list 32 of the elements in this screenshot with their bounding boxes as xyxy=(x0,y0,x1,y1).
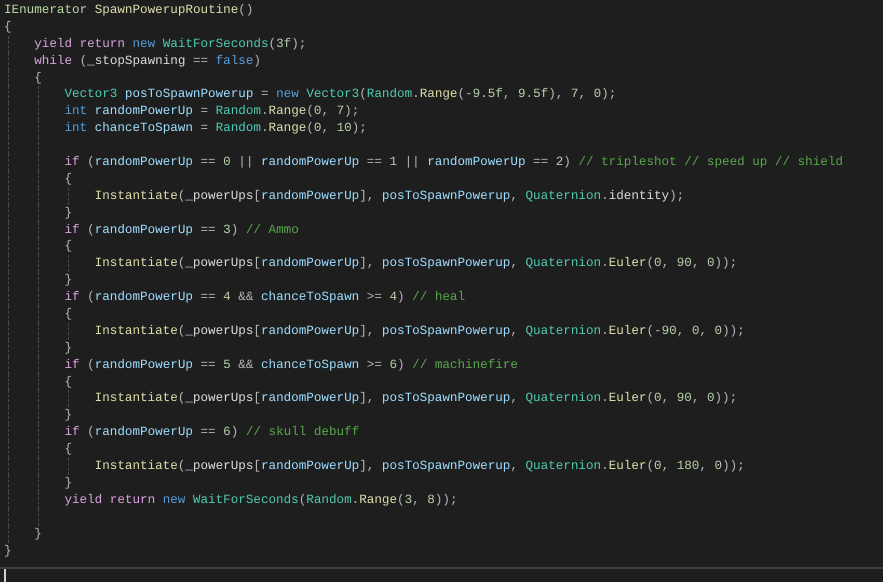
code-line: int randomPowerUp = Random.Range(0, 7); xyxy=(64,103,360,120)
code-line: { xyxy=(4,18,12,36)
code-line: { xyxy=(64,441,72,458)
code-line: if (randomPowerUp == 3) // Ammo xyxy=(64,222,299,238)
code-line: { xyxy=(64,238,72,256)
code-line: } xyxy=(64,272,72,290)
code-line: { xyxy=(64,306,72,323)
code-line: if (randomPowerUp == 6) // skull debuff xyxy=(64,424,360,442)
code-line: IEnumerator SpawnPowerupRoutine() xyxy=(4,2,254,19)
code-line: { xyxy=(34,70,42,86)
code-line: Instantiate(_powerUps[randomPowerUp], posToSpawnPowerup, Quaternion.Euler(0, 90, 0)); xyxy=(94,255,738,272)
code-line: Instantiate(_powerUps[randomPowerUp], posToSpawnPowerup, Quaternion.Euler(-90, 0, 0)); xyxy=(94,322,745,340)
code-line: } xyxy=(64,340,72,357)
code-line: { xyxy=(64,170,72,188)
code-line: while (_stopSpawning == false) xyxy=(34,52,261,70)
code-line: } xyxy=(4,542,12,560)
text-cursor xyxy=(4,569,6,582)
code-line: int chanceToSpawn = Random.Range(0, 10); xyxy=(64,120,367,138)
code-line: if (randomPowerUp == 4 && chanceToSpawn >= 4) // heal xyxy=(64,289,466,306)
code-line: Instantiate(_powerUps[randomPowerUp], posToSpawnPowerup, Quaternion.Euler(0, 180, 0)); xyxy=(94,458,745,475)
code-line: { xyxy=(64,374,72,390)
code-line: Vector3 posToSpawnPowerup = new Vector3(Random.Range(-9.5f, 9.5f), 7, 0); xyxy=(64,86,616,104)
code-line: } xyxy=(64,204,72,222)
code-line: yield return new WaitForSeconds(Random.Range(3, 8)); xyxy=(64,492,458,509)
code-line: } xyxy=(34,526,42,542)
code-line: yield return new WaitForSeconds(3f); xyxy=(34,36,306,53)
code-line: if (randomPowerUp == 0 || randomPowerUp == 1 || randomPowerUp == 2) // tripleshot // speed up // shield xyxy=(64,154,843,171)
code-line: if (randomPowerUp == 5 && chanceToSpawn >= 6) // machinefire xyxy=(64,356,518,374)
code-line: } xyxy=(64,474,72,492)
code-line: Instantiate(_powerUps[randomPowerUp], posToSpawnPowerup, Quaternion.Euler(0, 90, 0)); xyxy=(94,390,738,408)
code-line: } xyxy=(64,407,72,424)
code-line: Instantiate(_powerUps[randomPowerUp], posToSpawnPowerup, Quaternion.identity); xyxy=(94,188,684,205)
